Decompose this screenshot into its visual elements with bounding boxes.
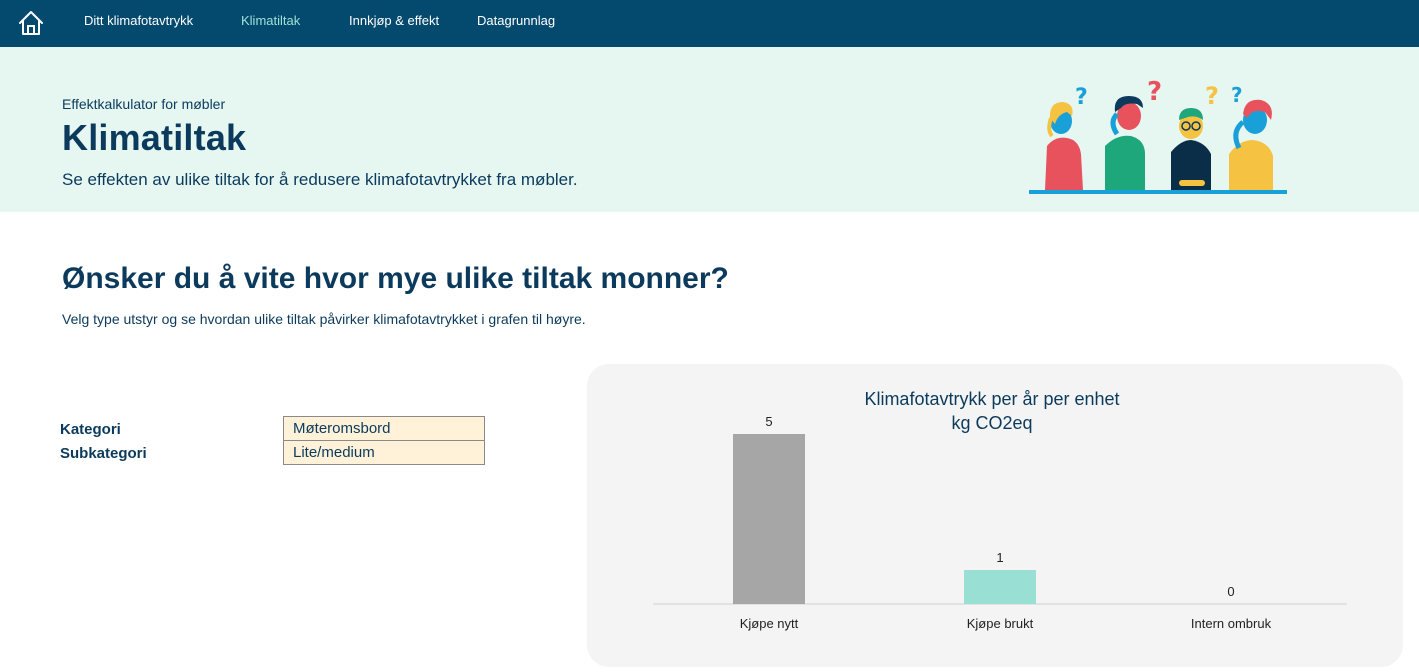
hero-subtitle: Effektkalkulator for møbler	[62, 96, 226, 112]
data-label-2: 0	[1227, 584, 1234, 599]
category-label-0: Kjøpe nytt	[740, 616, 799, 631]
chart-title: Klimafotavtrykk per år per enhet	[864, 389, 1119, 409]
category-label-1: Kjøpe brukt	[967, 616, 1034, 631]
category-select[interactable]: Møteromsbord	[283, 416, 485, 441]
category-label-2: Intern ombruk	[1191, 616, 1272, 631]
subcategory-label: Subkategori	[60, 445, 147, 462]
nav-datagrunnlag[interactable]: Datagrunnlag	[477, 13, 555, 28]
bar-1[interactable]	[964, 570, 1036, 604]
hero-banner: Effektkalkulator for møbler Klimatiltak …	[0, 47, 1419, 212]
nav-klimatiltak[interactable]: Klimatiltak	[241, 13, 300, 28]
svg-text:?: ?	[1075, 85, 1088, 110]
nav-ditt-klimafotavtrykk[interactable]: Ditt klimafotavtrykk	[84, 13, 193, 28]
data-label-0: 5	[765, 414, 772, 429]
nav-innkjop-effekt[interactable]: Innkjøp & effekt	[349, 13, 439, 28]
chart-card: Klimafotavtrykk per år per enhet kg CO2e…	[587, 364, 1403, 667]
hero-description: Se effekten av ulike tiltak for å reduse…	[62, 170, 578, 189]
category-label: Kategori	[60, 421, 121, 438]
section-description: Velg type utstyr og se hvordan ulike til…	[62, 311, 586, 327]
chart-subtitle: kg CO2eq	[951, 413, 1032, 433]
bar-chart: Klimafotavtrykk per år per enhet kg CO2e…	[653, 389, 1347, 631]
data-label-1: 1	[996, 550, 1003, 565]
bar-0[interactable]	[733, 434, 805, 604]
top-nav: Ditt klimafotavtrykk Klimatiltak Innkjøp…	[0, 0, 1419, 47]
svg-text:?: ?	[1147, 77, 1162, 107]
home-icon[interactable]	[17, 9, 45, 37]
section-heading: Ønsker du å vite hvor mye ulike tiltak m…	[62, 262, 729, 295]
svg-text:?: ?	[1205, 82, 1219, 110]
page-title: Klimatiltak	[62, 117, 247, 158]
svg-text:?: ?	[1231, 83, 1243, 107]
subcategory-select[interactable]: Lite/medium	[283, 440, 485, 465]
thinking-people-illustration: ? ? ? ?	[1029, 77, 1287, 194]
